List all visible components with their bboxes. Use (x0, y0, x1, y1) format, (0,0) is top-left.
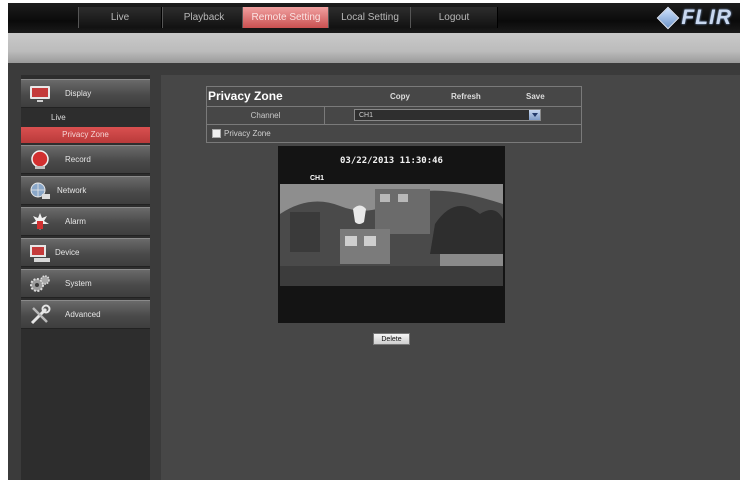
privacy-zone-settings: Privacy Zone Copy Refresh Save Channel C… (206, 86, 582, 143)
channel-select[interactable]: CH1 (354, 109, 541, 121)
record-icon (31, 150, 49, 169)
flir-logo: FLIR (657, 6, 732, 30)
gears-icon (30, 275, 50, 292)
device-icon (30, 245, 50, 262)
tools-icon (30, 304, 51, 325)
content-area: Privacy Zone Copy Refresh Save Channel C… (161, 75, 740, 480)
sidebar-item-network[interactable]: Network (21, 176, 150, 205)
sidebar-item-label: Display (65, 89, 92, 98)
camera-image (280, 184, 503, 286)
alarm-icon (31, 213, 49, 230)
sidebar-item-label: Network (57, 186, 87, 195)
logo-mark-icon (657, 6, 680, 30)
privacy-zone-toggle-row: Privacy Zone (207, 125, 581, 142)
sidebar-item-record[interactable]: Record (21, 145, 150, 174)
sidebar-item-advanced[interactable]: Advanced (21, 300, 150, 329)
tab-remote-setting[interactable]: Remote Setting (242, 7, 330, 28)
sidebar-item-system[interactable]: System (21, 269, 150, 298)
sidebar-subitem-live[interactable]: Live (21, 110, 150, 126)
network-icon (30, 182, 50, 199)
sidebar-item-label: Advanced (65, 310, 101, 319)
sidebar-item-label: Alarm (65, 217, 86, 226)
privacy-zone-checkbox[interactable] (212, 129, 221, 138)
tab-logout[interactable]: Logout (410, 7, 498, 28)
title-row: Privacy Zone Copy Refresh Save (207, 87, 581, 107)
page-title: Privacy Zone (208, 89, 283, 103)
tab-local-setting[interactable]: Local Setting (328, 7, 412, 28)
tab-playback[interactable]: Playback (162, 7, 246, 28)
sidebar-item-alarm[interactable]: Alarm (21, 207, 150, 236)
channel-select-value: CH1 (359, 112, 374, 119)
camera-preview[interactable]: 03/22/2013 11:30:46 CH1 (278, 146, 505, 323)
sidebar-item-label: Device (55, 248, 80, 257)
top-nav-bar: Live Playback Remote Setting Local Setti… (8, 3, 740, 33)
copy-button[interactable]: Copy (390, 87, 410, 106)
app-window: Live Playback Remote Setting Local Setti… (8, 3, 740, 480)
preview-timestamp: 03/22/2013 11:30:46 (340, 156, 443, 166)
channel-row: Channel CH1 (207, 107, 581, 125)
sidebar-subitem-privacy-zone[interactable]: Privacy Zone (21, 127, 150, 143)
chevron-down-icon[interactable] (529, 110, 540, 120)
sidebar-item-display[interactable]: Display (21, 79, 150, 108)
preview-channel-label: CH1 (310, 175, 325, 182)
sidebar-item-device[interactable]: Device (21, 238, 150, 267)
tab-live[interactable]: Live (78, 7, 162, 28)
refresh-button[interactable]: Refresh (451, 87, 481, 106)
delete-button[interactable]: Delete (373, 333, 410, 345)
sidebar-item-label: Record (65, 155, 91, 164)
header-band (8, 33, 740, 63)
channel-label: Channel (207, 107, 325, 124)
sidebar-item-label: System (65, 279, 92, 288)
save-button[interactable]: Save (526, 87, 545, 106)
privacy-zone-checkbox-label: Privacy Zone (224, 129, 271, 138)
monitor-icon (30, 86, 50, 102)
logo-text: FLIR (681, 6, 732, 29)
sidebar: Display Live Privacy Zone Record Network (21, 75, 150, 480)
